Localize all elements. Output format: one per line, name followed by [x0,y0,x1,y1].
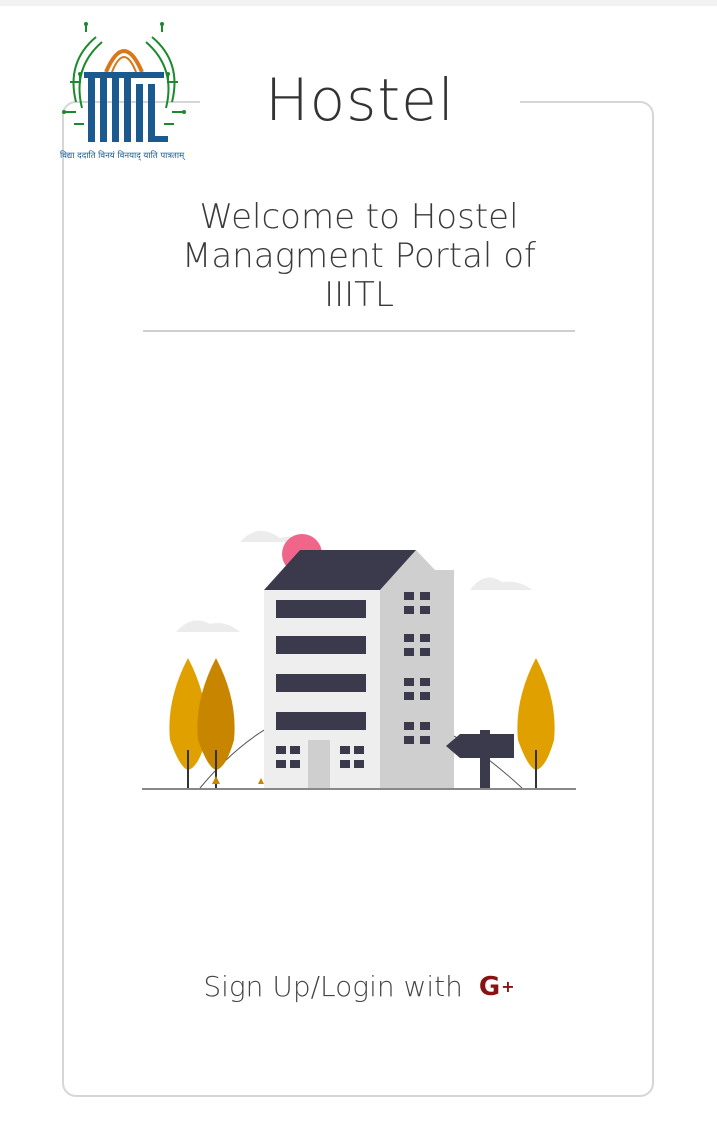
hostel-building-illustration [140,520,580,800]
google-plus-icon: G + [478,971,515,1002]
login-label: Sign Up/Login with [203,970,463,1003]
google-login-button[interactable]: Sign Up/Login with G + [150,970,568,1003]
divider [143,330,575,332]
status-bar-strip [0,0,717,6]
logo-motto: विद्या ददाति विनयं विनयाद् याति पात्रताम… [60,150,186,161]
page-title: Hostel [200,66,520,134]
welcome-message: Welcome to Hostel Managment Portal of II… [182,197,536,315]
iiitl-logo: विद्या ददाति विनयं विनयाद् याति पात्रताम… [56,12,192,164]
